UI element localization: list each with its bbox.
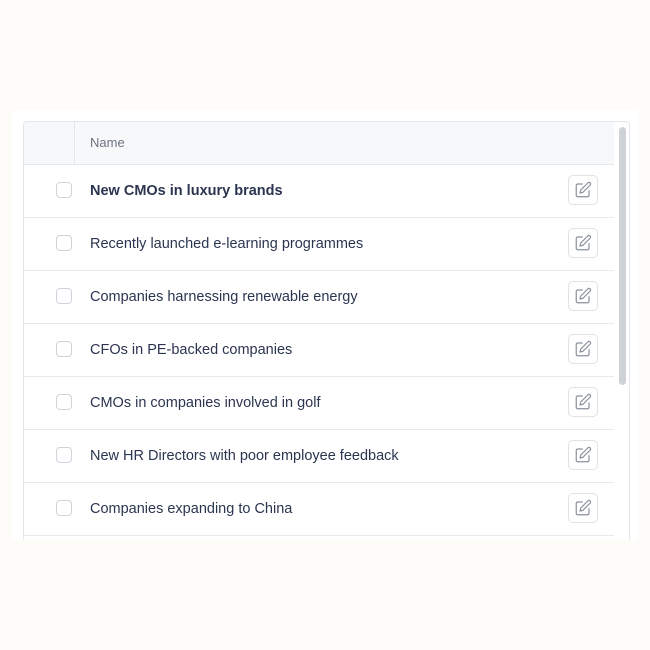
saved-searches-table: Name New CMOs in luxury brands Recently … [23, 121, 630, 540]
table-row[interactable]: Companies harnessing renewable energy [24, 271, 614, 324]
row-checkbox[interactable] [56, 288, 72, 304]
table-row[interactable]: New CMOs in luxury brands [24, 165, 614, 218]
table-header: Name [24, 122, 614, 165]
edit-icon [575, 393, 592, 410]
edit-button[interactable] [568, 440, 598, 470]
row-checkbox[interactable] [56, 341, 72, 357]
row-checkbox[interactable] [56, 235, 72, 251]
table-row[interactable]: Companies expanding to China [24, 483, 614, 536]
row-name[interactable]: New HR Directors with poor employee feed… [90, 430, 399, 482]
edit-button[interactable] [568, 228, 598, 258]
edit-button[interactable] [568, 281, 598, 311]
edit-button[interactable] [568, 387, 598, 417]
scrollbar-thumb[interactable] [619, 127, 626, 385]
edit-icon [575, 446, 592, 463]
table-row[interactable]: New HR Directors with poor employee feed… [24, 430, 614, 483]
select-column-header [24, 122, 75, 164]
edit-icon [575, 287, 592, 304]
table-body: New CMOs in luxury brands Recently launc… [24, 165, 614, 536]
name-column-header[interactable]: Name [90, 122, 125, 164]
edit-icon [575, 234, 592, 251]
table-row[interactable]: CFOs in PE-backed companies [24, 324, 614, 377]
edit-button[interactable] [568, 334, 598, 364]
edit-button[interactable] [568, 493, 598, 523]
row-name[interactable]: Recently launched e-learning programmes [90, 218, 363, 270]
edit-button[interactable] [568, 175, 598, 205]
list-panel: Name New CMOs in luxury brands Recently … [12, 110, 638, 540]
table-row[interactable]: Recently launched e-learning programmes [24, 218, 614, 271]
row-name[interactable]: CFOs in PE-backed companies [90, 324, 292, 376]
row-name[interactable]: CMOs in companies involved in golf [90, 377, 321, 429]
table-row[interactable]: CMOs in companies involved in golf [24, 377, 614, 430]
edit-icon [575, 181, 592, 198]
row-checkbox[interactable] [56, 394, 72, 410]
vertical-scrollbar[interactable] [616, 122, 629, 540]
edit-icon [575, 340, 592, 357]
row-checkbox[interactable] [56, 447, 72, 463]
row-name[interactable]: New CMOs in luxury brands [90, 165, 283, 217]
row-checkbox[interactable] [56, 182, 72, 198]
row-checkbox[interactable] [56, 500, 72, 516]
edit-icon [575, 499, 592, 516]
row-name[interactable]: Companies harnessing renewable energy [90, 271, 358, 323]
row-name[interactable]: Companies expanding to China [90, 483, 292, 535]
